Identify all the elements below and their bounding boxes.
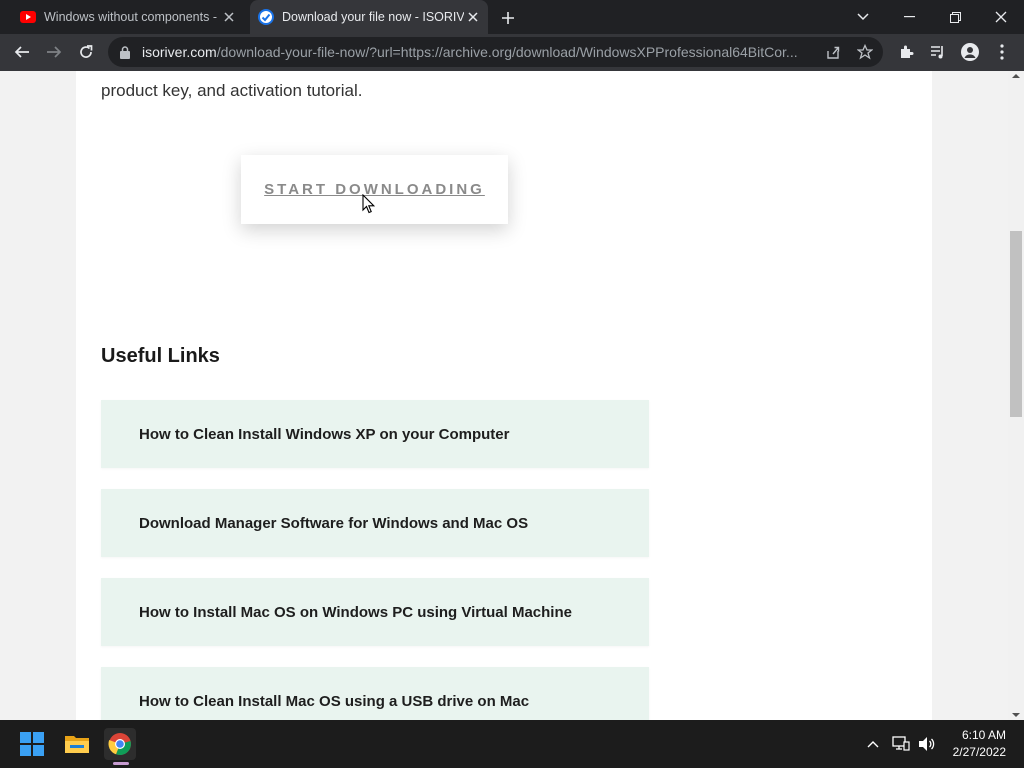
useful-link-card[interactable]: How to Clean Install Mac OS using a USB … [101, 667, 649, 720]
youtube-icon [20, 11, 36, 23]
scrollbar-thumb[interactable] [1010, 231, 1022, 417]
address-bar[interactable]: isoriver.com/download-your-file-now/?url… [108, 37, 883, 67]
clock-date: 2/27/2022 [952, 745, 1006, 759]
useful-link-card[interactable]: How to Install Mac OS on Windows PC usin… [101, 578, 649, 646]
share-icon[interactable] [822, 41, 844, 63]
extensions-icon[interactable] [892, 38, 920, 66]
browser-toolbar: isoriver.com/download-your-file-now/?url… [0, 34, 1024, 71]
active-app-indicator [113, 762, 129, 765]
reload-button[interactable] [72, 38, 100, 66]
tab-youtube[interactable]: Windows without components - [16, 0, 244, 34]
close-tab-icon[interactable] [464, 8, 482, 26]
system-clock[interactable]: 6:10 AM 2/27/2022 [953, 727, 1006, 761]
useful-links-heading: Useful Links [101, 345, 220, 367]
page-viewport: product key, and activation tutorial. ST… [0, 71, 1008, 720]
useful-link-card[interactable]: Download Manager Software for Windows an… [101, 489, 649, 557]
forward-button[interactable] [40, 38, 68, 66]
tab-download[interactable]: Download your file now - ISORIV [250, 0, 488, 34]
clock-time: 6:10 AM [961, 728, 1006, 742]
lock-icon[interactable] [120, 45, 132, 59]
menu-kebab-icon[interactable] [988, 38, 1016, 66]
close-window-button[interactable] [978, 0, 1024, 34]
tab-title: Download your file now - ISORIV [282, 10, 464, 24]
tab-title: Windows without components - [44, 10, 217, 24]
chrome-icon [108, 733, 131, 756]
useful-links-list: How to Clean Install Windows XP on your … [101, 400, 649, 720]
scroll-down-arrow-icon[interactable] [1011, 712, 1021, 718]
volume-icon[interactable] [916, 734, 938, 754]
close-tab-icon[interactable] [220, 8, 238, 26]
url-text: isoriver.com/download-your-file-now/?url… [142, 44, 798, 60]
windows-logo-icon [20, 732, 44, 756]
bookmark-star-icon[interactable] [854, 41, 876, 63]
chrome-taskbar-button[interactable] [104, 728, 136, 760]
folder-icon [65, 736, 89, 753]
media-control-icon[interactable] [924, 38, 952, 66]
useful-link-card[interactable]: How to Clean Install Windows XP on your … [101, 400, 649, 468]
article-content: product key, and activation tutorial. ST… [76, 71, 932, 720]
profile-icon[interactable] [956, 38, 984, 66]
scroll-up-arrow-icon[interactable] [1011, 73, 1021, 79]
minimize-button[interactable] [886, 0, 932, 34]
site-check-icon [258, 9, 274, 25]
new-tab-button[interactable] [497, 7, 519, 29]
back-button[interactable] [8, 38, 36, 66]
file-explorer-button[interactable] [61, 728, 93, 760]
page-scrollbar[interactable] [1008, 71, 1024, 720]
tab-search-icon[interactable] [840, 0, 886, 34]
start-button[interactable] [16, 728, 48, 760]
tab-strip: Windows without components - Download yo… [0, 0, 1024, 34]
windows-taskbar: 6:10 AM 2/27/2022 [0, 720, 1024, 768]
show-hidden-icons-chevron-icon[interactable] [862, 734, 884, 754]
intro-text: product key, and activation tutorial. [101, 81, 363, 100]
mouse-cursor-icon [362, 194, 376, 214]
restore-button[interactable] [932, 0, 978, 34]
network-icon[interactable] [890, 734, 912, 754]
